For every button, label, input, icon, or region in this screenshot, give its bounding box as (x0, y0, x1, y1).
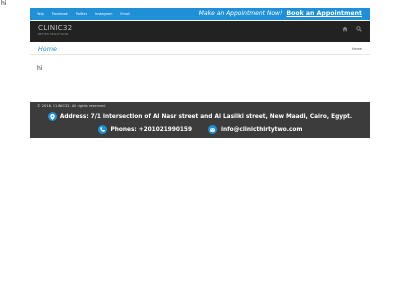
book-appointment-button[interactable]: Book an Appointment (286, 10, 362, 17)
email-text[interactable]: info@clinicthirtytwo.com (221, 127, 302, 133)
map-pin-icon (47, 112, 57, 121)
phone-text[interactable]: Phones: +201021990159 (111, 127, 192, 133)
phone-icon (97, 125, 107, 134)
breadcrumb-bar: Home Home (30, 43, 370, 55)
logo-tagline: BETTER HEALTH NOW (38, 32, 69, 36)
yelp-link[interactable]: Yelp (37, 11, 44, 17)
top-bar: Yelp Facebook Twitter Instagram Email Ma… (30, 8, 370, 20)
twitter-link[interactable]: Twitter (76, 11, 87, 17)
appointment-cta: Make an Appointment Now! Book an Appoint… (199, 10, 362, 17)
nav-icons (342, 26, 362, 32)
logo-name: CLINIC32 (38, 23, 73, 32)
search-icon[interactable] (356, 26, 362, 32)
address-text: Address: 7/1 Intersection of Al Nasr str… (59, 113, 353, 120)
social-links: Yelp Facebook Twitter Instagram Email (37, 11, 130, 17)
page-title: Home (38, 45, 57, 53)
main-navbar: CLINIC32 BETTER HEALTH NOW (30, 21, 370, 42)
copyright-text: © 2018, CLINIC32. All rights reserved. (37, 104, 106, 108)
address-row: Address: 7/1 Intersection of Al Nasr str… (30, 112, 370, 121)
breadcrumb-home-link[interactable]: Home (352, 47, 362, 51)
envelope-icon (208, 125, 217, 134)
contact-row: Phones: +201021990159 info@clinicthirtyt… (30, 125, 370, 134)
site-logo[interactable]: CLINIC32 BETTER HEALTH NOW (38, 23, 73, 37)
stray-text: hi (1, 0, 7, 7)
facebook-link[interactable]: Facebook (52, 11, 68, 17)
instagram-link[interactable]: Instagram (95, 11, 112, 17)
email-link[interactable]: Email (120, 11, 129, 17)
appointment-text: Make an Appointment Now! (198, 10, 283, 17)
page-content: hi (37, 65, 43, 72)
home-icon[interactable] (342, 26, 348, 32)
footer: © 2018, CLINIC32. All rights reserved. A… (30, 102, 370, 138)
